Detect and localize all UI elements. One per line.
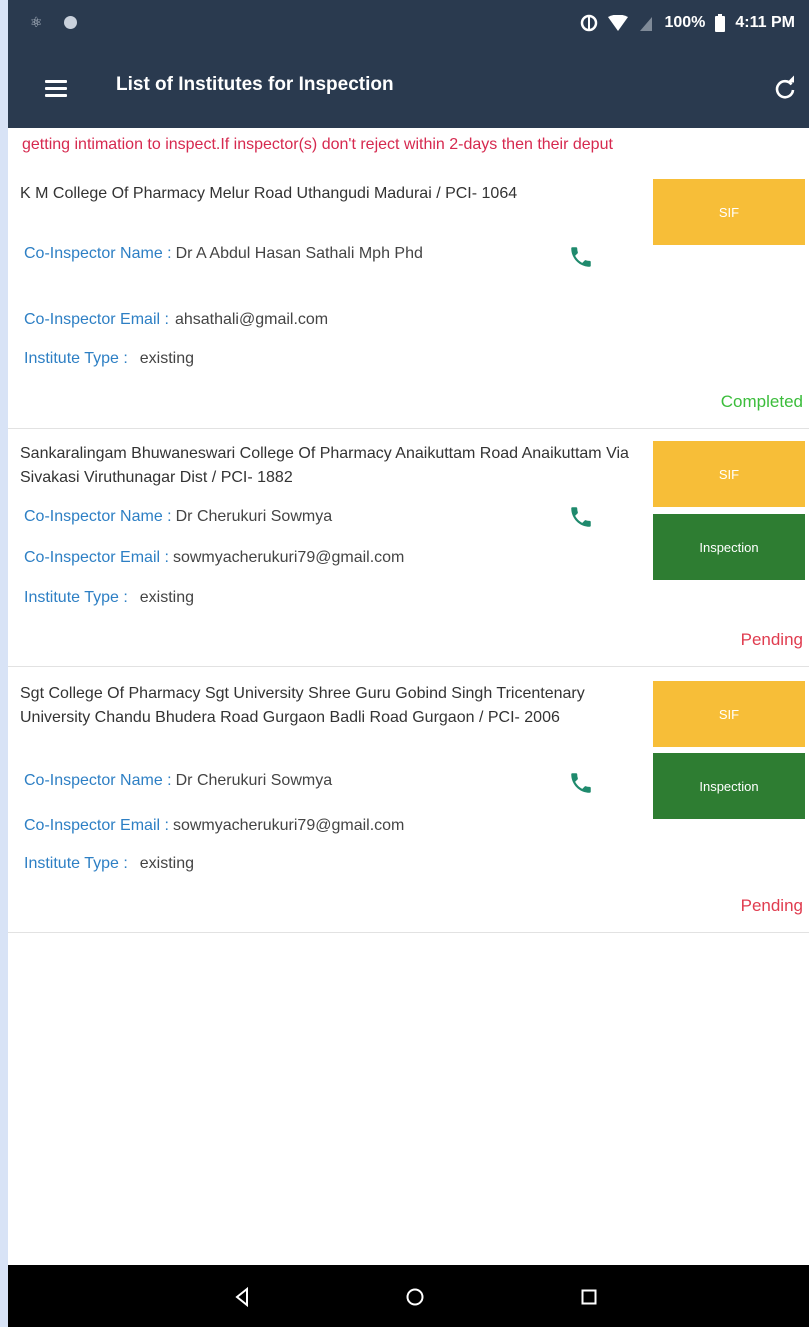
page-title: List of Institutes for Inspection	[116, 74, 394, 95]
co-inspector-name-value: Dr A Abdul Hasan Sathali Mph Phd	[175, 245, 423, 262]
clock-time: 4:11 PM	[735, 14, 795, 31]
co-inspector-email-row: Co-Inspector Email : ahsathali@gmail.com	[24, 308, 328, 332]
status-badge: Pending	[740, 630, 803, 649]
co-inspector-name-row: Co-Inspector Name : Dr Cherukuri Sowmya	[24, 769, 466, 793]
phone-icon[interactable]	[568, 770, 594, 796]
inspection-button[interactable]: Inspection	[653, 514, 805, 580]
sync-dot-icon	[64, 15, 77, 29]
app-bar: List of Institutes for Inspection	[8, 52, 809, 128]
co-inspector-email-value: sowmyacherukuri79@gmail.com	[172, 549, 405, 566]
co-inspector-email-row: Co-Inspector Email : sowmyacherukuri79@g…	[24, 814, 404, 838]
co-inspector-name-row: Co-Inspector Name : Dr A Abdul Hasan Sat…	[24, 242, 466, 266]
status-left: ⚛	[30, 15, 77, 29]
hamburger-menu-icon[interactable]	[45, 80, 67, 98]
device-screen: ⚛ 100% 4:11 PM List of Institutes for In…	[8, 0, 809, 1327]
sif-button[interactable]: SIF	[653, 681, 805, 747]
sif-button[interactable]: SIF	[653, 441, 805, 507]
co-inspector-email-label: Co-Inspector Email :	[24, 311, 169, 328]
institute-type-row: Institute Type : existing	[24, 586, 194, 610]
recents-square-icon[interactable]	[576, 1284, 602, 1310]
institute-title: K M College Of Pharmacy Melur Road Uthan…	[20, 185, 518, 202]
co-inspector-email-label: Co-Inspector Email :	[24, 817, 169, 834]
data-saver-icon	[580, 14, 598, 32]
institute-title: Sankaralingam Bhuwaneswari College Of Ph…	[20, 445, 629, 486]
co-inspector-name-label: Co-Inspector Name :	[24, 245, 172, 262]
co-inspector-email-value: ahsathali@gmail.com	[174, 311, 329, 328]
institute-type-value: existing	[139, 855, 195, 872]
status-badge: Completed	[720, 392, 803, 411]
co-inspector-email-value: sowmyacherukuri79@gmail.com	[172, 817, 405, 834]
phone-icon[interactable]	[568, 244, 594, 270]
inspection-button[interactable]: Inspection	[653, 753, 805, 819]
institute-card[interactable]: Sgt College Of Pharmacy Sgt University S…	[8, 668, 809, 933]
institute-card[interactable]: K M College Of Pharmacy Melur Road Uthan…	[8, 166, 809, 429]
battery-icon	[715, 14, 726, 32]
co-inspector-name-label: Co-Inspector Name :	[24, 772, 172, 789]
notice-marquee-text: getting intimation to inspect.If inspect…	[22, 136, 613, 153]
system-navigation-bar	[8, 1265, 809, 1327]
institute-type-label: Institute Type :	[24, 589, 128, 606]
status-bar: ⚛ 100% 4:11 PM	[8, 0, 809, 52]
sif-button[interactable]: SIF	[653, 179, 805, 245]
institute-type-label: Institute Type :	[24, 350, 128, 367]
institute-type-row: Institute Type : existing	[24, 347, 194, 371]
notice-marquee: getting intimation to inspect.If inspect…	[8, 128, 809, 166]
institute-type-value: existing	[139, 589, 195, 606]
co-inspector-email-row: Co-Inspector Email : sowmyacherukuri79@g…	[24, 546, 404, 570]
status-right: 100% 4:11 PM	[580, 14, 795, 32]
co-inspector-email-label: Co-Inspector Email :	[24, 549, 169, 566]
phone-icon[interactable]	[568, 504, 594, 530]
signal-icon	[638, 15, 654, 31]
co-inspector-name-label: Co-Inspector Name :	[24, 508, 172, 525]
battery-percent: 100%	[664, 14, 706, 31]
institute-type-row: Institute Type : existing	[24, 852, 194, 876]
back-triangle-icon[interactable]	[230, 1284, 256, 1310]
institute-type-label: Institute Type :	[24, 855, 128, 872]
institute-title: Sgt College Of Pharmacy Sgt University S…	[20, 685, 585, 726]
refresh-icon[interactable]	[770, 74, 800, 104]
co-inspector-name-value: Dr Cherukuri Sowmya	[175, 772, 333, 789]
institute-type-value: existing	[139, 350, 195, 367]
co-inspector-name-value: Dr Cherukuri Sowmya	[175, 508, 333, 525]
co-inspector-name-row: Co-Inspector Name : Dr Cherukuri Sowmya	[24, 505, 466, 529]
status-badge: Pending	[740, 896, 803, 915]
home-circle-icon[interactable]	[402, 1284, 428, 1310]
wifi-icon	[608, 15, 629, 31]
notification-icon: ⚛	[30, 14, 43, 30]
institute-card[interactable]: Sankaralingam Bhuwaneswari College Of Ph…	[8, 430, 809, 667]
